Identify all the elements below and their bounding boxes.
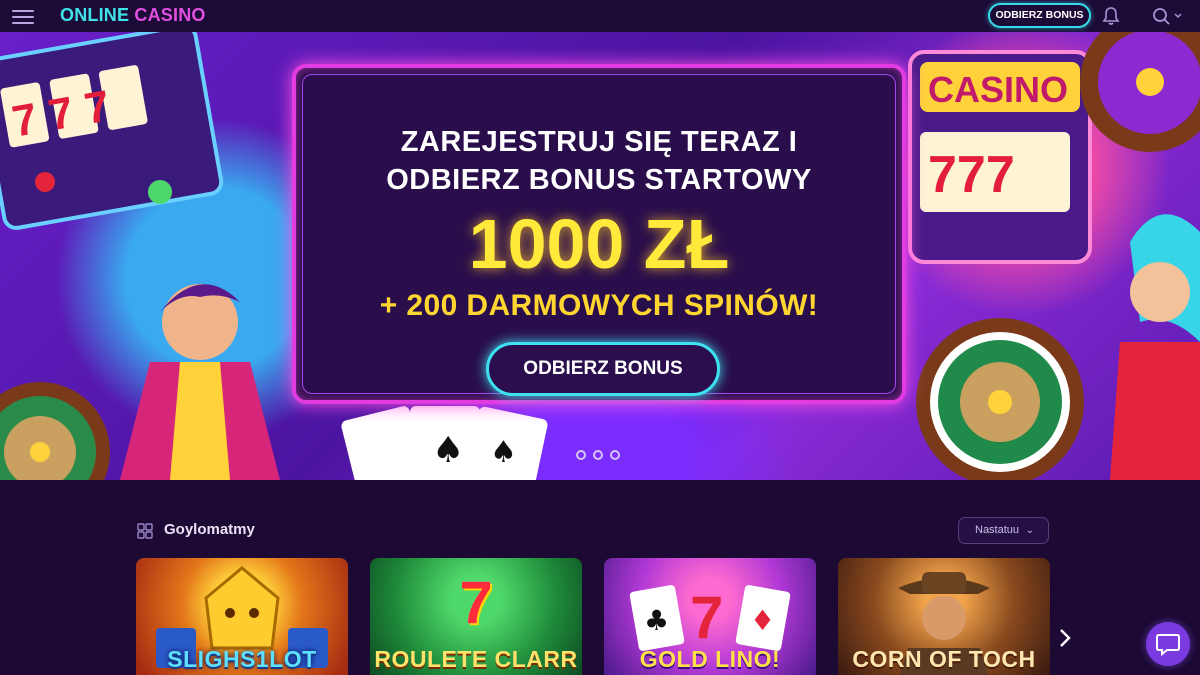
promo-headline-line2: ODBIERZ BONUS STARTOWY	[386, 164, 812, 196]
menu-icon[interactable]	[12, 6, 34, 26]
promo-panel: ZAREJESTRUJ SIĘ TERAZ I ODBIERZ BONUS ST…	[292, 64, 906, 404]
carousel-dots	[576, 450, 620, 460]
game-card[interactable]: CORN OF TOCH	[838, 558, 1050, 675]
game-card[interactable]: SLIGHS1LOT	[136, 558, 348, 675]
promo-headline-line1: ZAREJESTRUJ SIĘ TERAZ I	[400, 126, 798, 158]
roulette-wheel-top-right	[1080, 32, 1200, 152]
games-section: Goylomatmy Nastatuu ⌄ SLIGHS1LOT 7 ROULE…	[0, 480, 1200, 675]
game-card[interactable]: 7 ROULETE CLARR	[370, 558, 582, 675]
logo-word-online: ONLINE	[60, 5, 130, 25]
grid-icon	[137, 523, 153, 539]
section-title: Goylomatmy	[164, 521, 255, 538]
logo[interactable]: ONLINE CASINO	[60, 5, 206, 26]
claim-bonus-button[interactable]: ODBIERZ BONUS	[486, 342, 720, 396]
carousel-dot[interactable]	[593, 450, 603, 460]
svg-text:♠: ♠	[490, 435, 517, 470]
sort-dropdown-label: Nastatuu	[975, 524, 1020, 536]
seven-symbol: 7	[459, 569, 493, 636]
header-bonus-button[interactable]: ODBIERZ BONUS	[988, 3, 1091, 28]
game-card-title: SLIGHS1LOT	[167, 646, 317, 672]
bell-icon[interactable]	[1102, 6, 1120, 26]
promo-bonus-amount: 1000 ZŁ	[468, 205, 730, 283]
chat-bubble-icon	[1156, 634, 1180, 657]
roulette-wheel-left	[0, 382, 110, 480]
roulette-wheel-right	[916, 318, 1084, 480]
search-icon[interactable]	[1150, 5, 1186, 27]
slot-machine-illustration: 7 7 7	[0, 32, 224, 230]
promo-free-spins: + 200 DARMOWYCH SPINÓW!	[379, 289, 819, 322]
carousel-dot[interactable]	[610, 450, 620, 460]
character-illustration-right	[1110, 214, 1200, 480]
top-bar: ONLINE CASINO ODBIERZ BONUS	[0, 0, 1200, 32]
carousel-dot[interactable]	[576, 450, 586, 460]
chat-button[interactable]	[1146, 622, 1190, 666]
hero-banner[interactable]: 7 7 7 ♠ ♠ CASINO 777 ZAREJESTRUJ SIĘ TER…	[0, 32, 1200, 480]
logo-word-casino: CASINO	[134, 5, 206, 25]
svg-text:♦: ♦	[750, 604, 775, 637]
svg-text:♠: ♠	[432, 430, 464, 471]
playing-cards-illustration: ♠ ♠	[341, 406, 548, 480]
svg-text:CASINO: CASINO	[928, 69, 1068, 110]
chevron-down-icon: ⌄	[1025, 525, 1034, 536]
svg-text:♣: ♣	[644, 604, 669, 637]
chevron-right-icon[interactable]	[1056, 626, 1074, 650]
sort-dropdown[interactable]: Nastatuu ⌄	[958, 517, 1049, 544]
svg-text:777: 777	[928, 146, 1015, 204]
game-card[interactable]: ♣ ♦ 7 GOLD LINO!	[604, 558, 816, 675]
game-card-title: GOLD LINO!	[639, 646, 781, 672]
svg-text:7: 7	[690, 584, 723, 651]
game-card-title: ROULETE CLARR	[374, 646, 578, 672]
game-card-title: CORN OF TOCH	[852, 646, 1036, 672]
